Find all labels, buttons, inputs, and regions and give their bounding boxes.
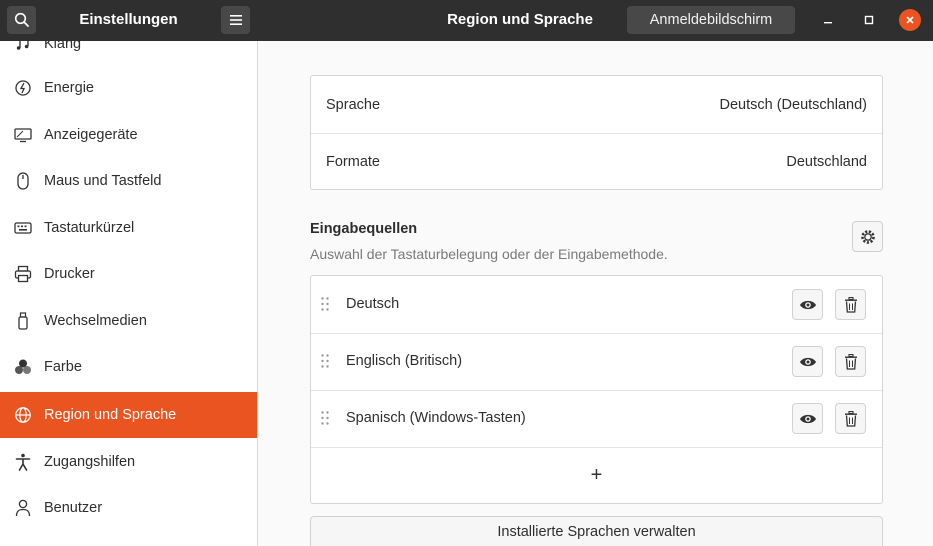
close-button[interactable] <box>899 9 921 31</box>
manage-installed-languages-button[interactable]: Installierte Sprachen verwalten <box>310 516 883 546</box>
sidebar-header: Einstellungen <box>0 0 258 41</box>
sidebar-item-tastaturkuerzel[interactable]: Tastaturkürzel <box>0 205 257 251</box>
main-content: Sprache Deutsch (Deutschland) Formate De… <box>258 41 933 546</box>
sidebar-item-label: Anzeigegeräte <box>44 127 138 143</box>
usb-drive-icon <box>13 311 33 331</box>
login-screen-button[interactable]: Anmeldebildschirm <box>627 6 795 34</box>
globe-icon <box>13 405 33 425</box>
preview-layout-button[interactable] <box>792 289 823 320</box>
minimize-button[interactable] <box>817 9 839 31</box>
close-icon <box>906 16 914 24</box>
preview-layout-button[interactable] <box>792 346 823 377</box>
formats-value: Deutschland <box>786 153 867 170</box>
sidebar-item-label: Tastaturkürzel <box>44 220 135 236</box>
page-title: Region und Sprache <box>447 11 593 28</box>
sidebar-item-zugangshilfen[interactable]: Zugangshilfen <box>0 439 257 485</box>
drag-handle-icon[interactable] <box>320 410 330 426</box>
sidebar-item-maus[interactable]: Maus und Tastfeld <box>0 158 257 204</box>
eye-icon <box>799 357 816 366</box>
user-icon <box>13 498 33 518</box>
app-title: Einstellungen <box>79 11 178 28</box>
sidebar-item-region-und-sprache[interactable]: Region und Sprache <box>0 392 257 438</box>
sidebar-item-label: Zugangshilfen <box>44 454 136 470</box>
language-formats-frame: Sprache Deutsch (Deutschland) Formate De… <box>310 75 883 190</box>
trash-icon <box>844 410 857 427</box>
input-source-name: Deutsch <box>346 296 400 312</box>
gear-icon <box>860 229 875 244</box>
drag-handle-icon[interactable] <box>320 296 330 312</box>
hamburger-menu-icon <box>229 15 242 25</box>
sidebar-item-benutzer[interactable]: Benutzer <box>0 485 257 531</box>
accessibility-icon <box>13 452 33 472</box>
preview-layout-button[interactable] <box>792 403 823 434</box>
menu-button[interactable] <box>221 6 250 34</box>
display-icon <box>13 125 33 145</box>
sidebar-item-label: Benutzer <box>44 500 103 516</box>
keyboard-icon <box>13 218 33 238</box>
drag-handle-icon[interactable] <box>320 353 330 369</box>
sidebar-item-klang[interactable]: Klang <box>0 41 257 67</box>
sidebar: Klang Energie Anzeigegeräte Maus und Tas… <box>0 41 258 546</box>
language-label: Sprache <box>326 96 381 113</box>
input-sources-title: Eingabequellen <box>310 221 418 237</box>
color-icon <box>13 357 33 377</box>
input-sources-options-button[interactable] <box>852 221 883 252</box>
input-source-name: Englisch (Britisch) <box>346 353 463 369</box>
sidebar-item-label: Energie <box>44 80 94 96</box>
plus-icon: + <box>590 464 603 486</box>
printer-icon <box>13 264 33 284</box>
sidebar-item-label: Region und Sprache <box>44 407 177 423</box>
input-source-row[interactable]: Deutsch <box>311 276 882 333</box>
remove-source-button[interactable] <box>835 289 866 320</box>
music-note-icon <box>13 41 33 54</box>
input-source-name: Spanisch (Windows-Tasten) <box>346 410 526 426</box>
sidebar-item-farbe[interactable]: Farbe <box>0 344 257 390</box>
eye-icon <box>799 300 816 309</box>
remove-source-button[interactable] <box>835 403 866 434</box>
input-source-row[interactable]: Englisch (Britisch) <box>311 333 882 390</box>
power-icon <box>13 78 33 98</box>
maximize-icon <box>864 15 874 25</box>
sidebar-item-wechselmedien[interactable]: Wechselmedien <box>0 298 257 344</box>
sidebar-item-label: Klang <box>44 41 82 52</box>
language-value: Deutsch (Deutschland) <box>719 96 868 113</box>
search-button[interactable] <box>7 6 36 34</box>
formats-label: Formate <box>326 153 380 170</box>
trash-icon <box>844 353 857 370</box>
search-icon <box>14 12 29 27</box>
mouse-icon <box>13 171 33 191</box>
header-bar: Einstellungen Region und Sprache Anmelde… <box>0 0 933 41</box>
input-sources-subtitle: Auswahl der Tastaturbelegung oder der Ei… <box>310 246 668 262</box>
minimize-icon <box>824 22 832 24</box>
remove-source-button[interactable] <box>835 346 866 377</box>
sidebar-item-anzeigegeraete[interactable]: Anzeigegeräte <box>0 112 257 158</box>
sidebar-item-drucker[interactable]: Drucker <box>0 251 257 297</box>
sidebar-item-label: Wechselmedien <box>44 313 147 329</box>
formats-row[interactable]: Formate Deutschland <box>311 133 882 190</box>
sidebar-item-energie[interactable]: Energie <box>0 65 257 111</box>
maximize-button[interactable] <box>858 9 880 31</box>
eye-icon <box>799 414 816 423</box>
sidebar-item-label: Farbe <box>44 359 82 375</box>
input-source-row[interactable]: Spanisch (Windows-Tasten) <box>311 390 882 447</box>
trash-icon <box>844 296 857 313</box>
language-row[interactable]: Sprache Deutsch (Deutschland) <box>311 76 882 133</box>
add-input-source-button[interactable]: + <box>311 447 882 504</box>
sidebar-item-label: Maus und Tastfeld <box>44 173 162 189</box>
input-sources-list: Deutsch Englisch (Britisch) Spanisch (Wi… <box>310 275 883 504</box>
sidebar-item-label: Drucker <box>44 266 95 282</box>
